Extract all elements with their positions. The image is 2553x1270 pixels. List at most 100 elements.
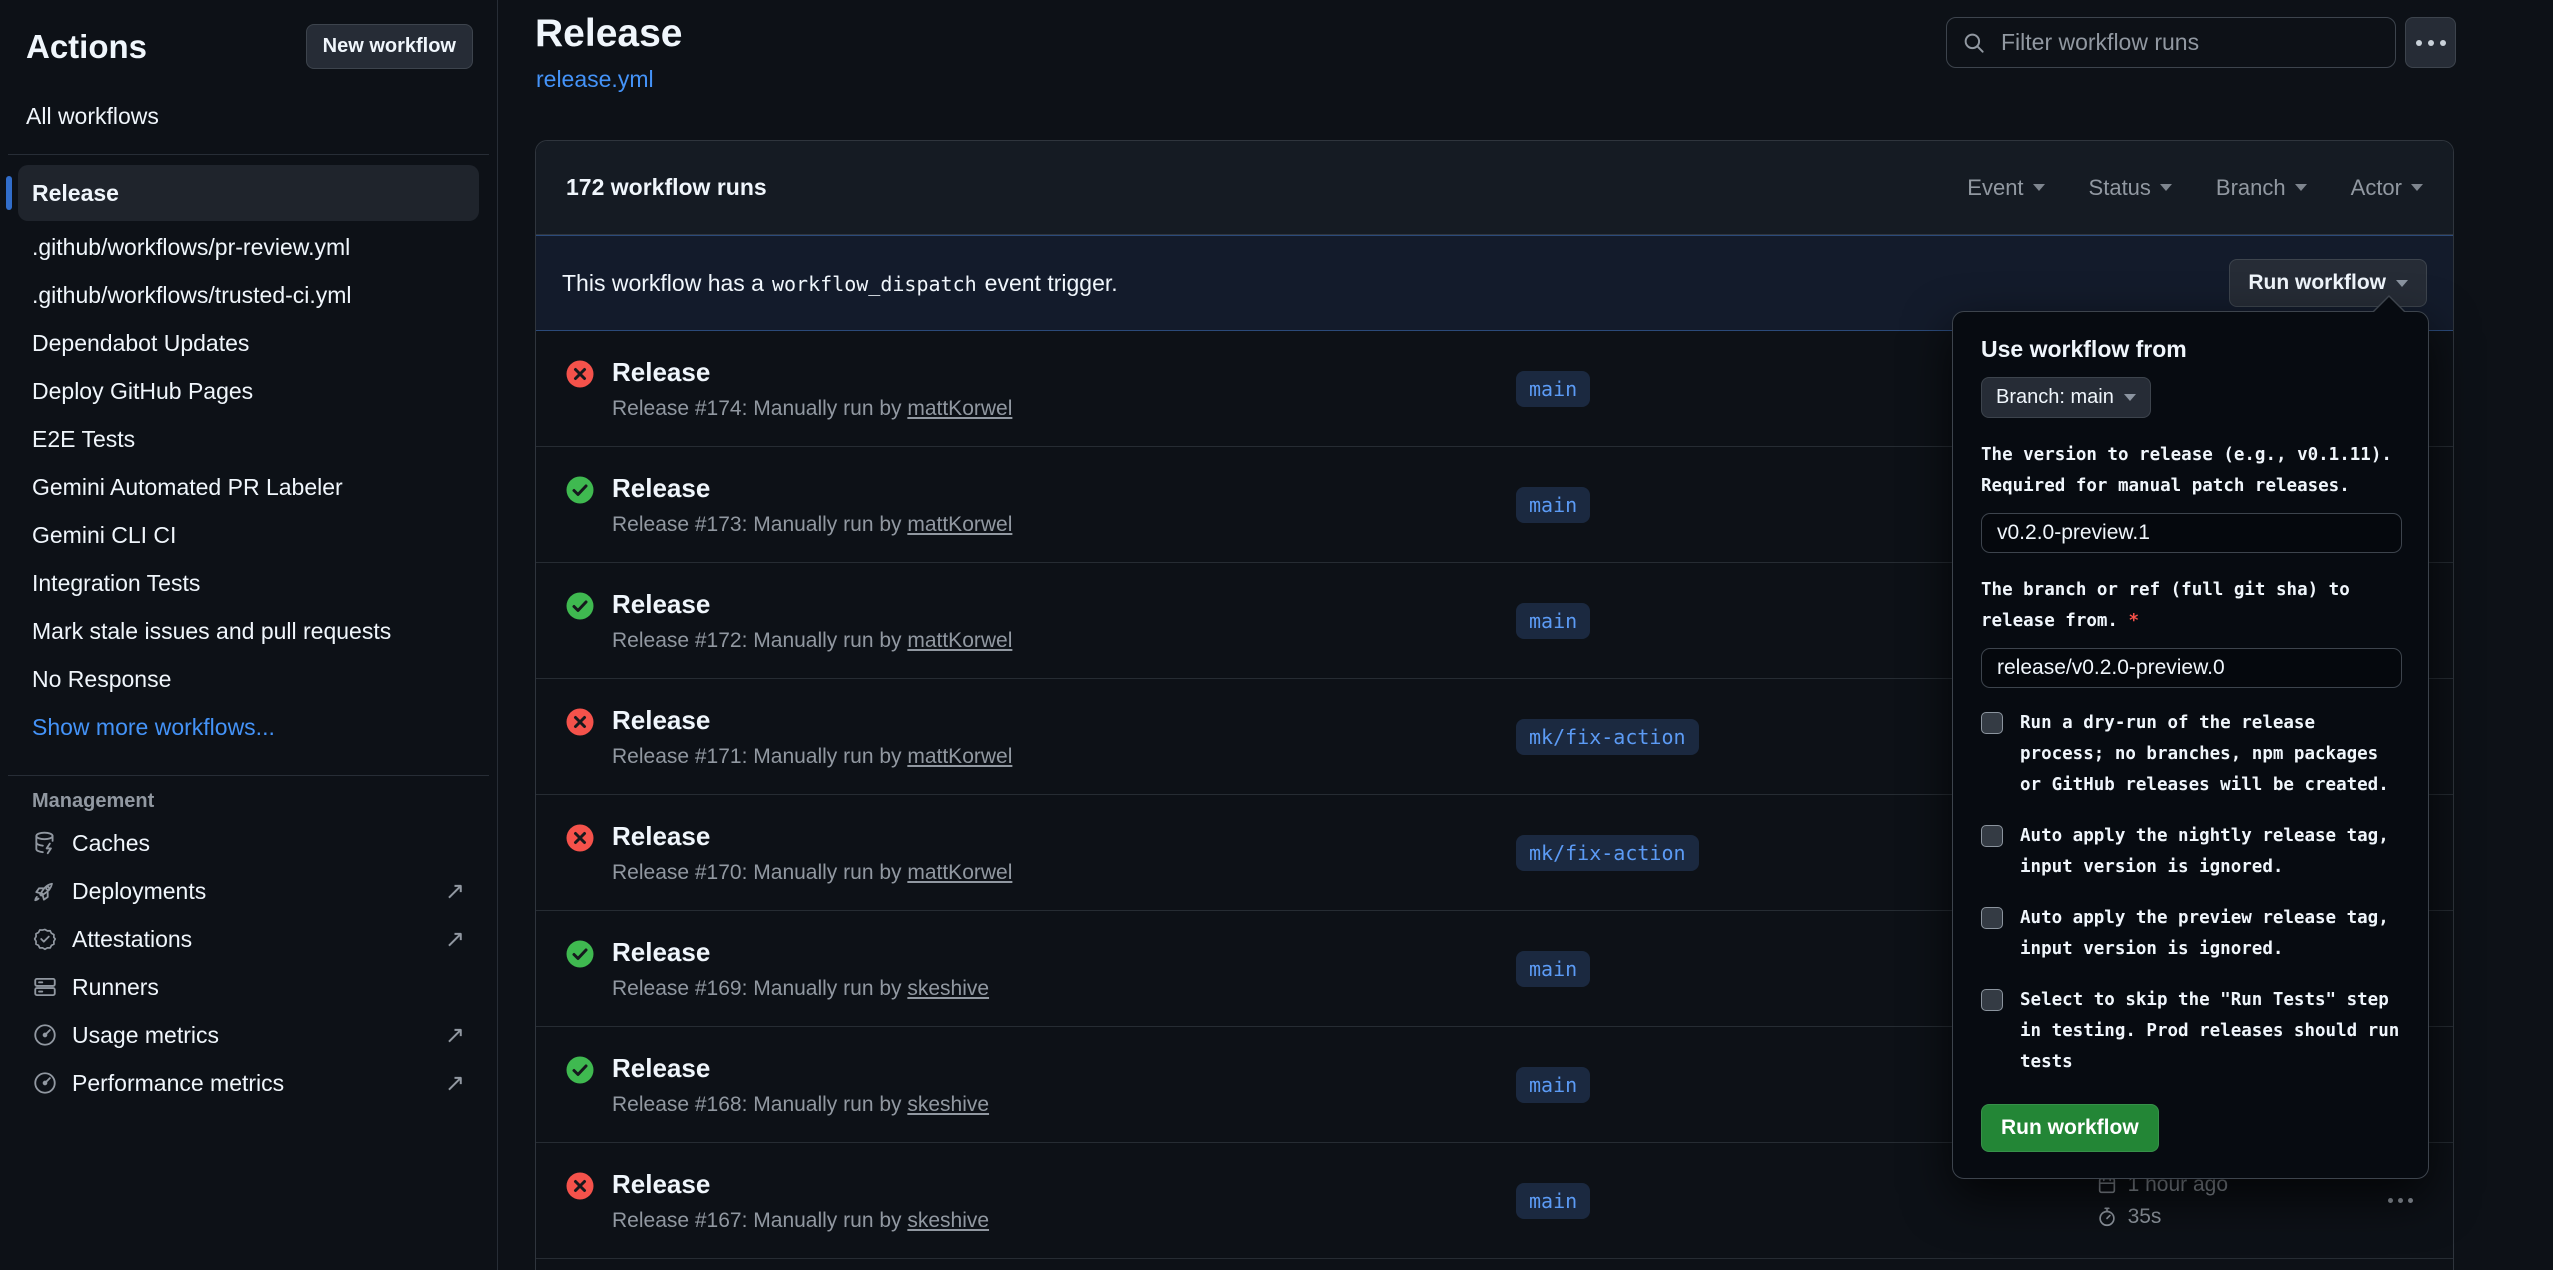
run-title[interactable]: Release xyxy=(612,589,1012,620)
sidebar-workflow-item[interactable]: Deploy GitHub Pages xyxy=(18,367,479,415)
failure-status-icon xyxy=(566,360,594,388)
runs-filter-event[interactable]: Event xyxy=(1967,175,2044,201)
run-description-text: Release #170: Manually run by xyxy=(612,861,907,884)
run-actor-link[interactable]: mattKorwel xyxy=(907,745,1012,768)
run-title[interactable]: Release xyxy=(612,705,1012,736)
branch-badge[interactable]: main xyxy=(1516,1067,1590,1103)
verified-icon xyxy=(32,926,58,952)
run-actor-link[interactable]: skeshive xyxy=(907,977,989,1000)
sidebar-management-item[interactable]: Attestations ↗ xyxy=(18,915,479,963)
banner-text-after: event trigger. xyxy=(985,270,1118,296)
workflow-options-kebab-button[interactable] xyxy=(2405,17,2456,68)
all-workflows-link[interactable]: All workflows xyxy=(26,103,471,130)
run-title[interactable]: Release xyxy=(612,1053,989,1084)
run-title[interactable]: Release xyxy=(612,473,1012,504)
dispatch-field: The branch or ref (full git sha) to rele… xyxy=(1981,575,2400,688)
sidebar-management-item[interactable]: Usage metrics ↗ xyxy=(18,1011,479,1059)
dispatch-field-input[interactable] xyxy=(1981,648,2402,688)
checkbox[interactable] xyxy=(1981,825,2003,847)
run-workflow-dispatch-panel: Use workflow from Branch: main The versi… xyxy=(1952,311,2429,1179)
sidebar-management-item[interactable]: Runners xyxy=(18,963,479,1011)
sidebar-workflow-item-label: .github/workflows/trusted-ci.yml xyxy=(32,282,352,309)
run-actor-link[interactable]: mattKorwel xyxy=(907,629,1012,652)
sidebar-management-item-label: Performance metrics xyxy=(72,1070,284,1097)
banner-text-before: This workflow has a xyxy=(562,270,764,296)
sidebar-management-item-label: Caches xyxy=(72,830,150,857)
dispatch-field-input[interactable] xyxy=(1981,513,2402,553)
kebab-icon xyxy=(2416,40,2446,46)
required-asterisk: * xyxy=(2118,611,2139,631)
checkbox[interactable] xyxy=(1981,907,2003,929)
sidebar-workflow-item[interactable]: E2E Tests xyxy=(18,415,479,463)
run-description-text: Release #167: Manually run by xyxy=(612,1209,907,1232)
sidebar-workflow-item[interactable]: Integration Tests xyxy=(18,559,479,607)
sidebar-workflow-item-label: No Response xyxy=(32,666,171,693)
sidebar-workflow-item-label: .github/workflows/pr-review.yml xyxy=(32,234,350,261)
runs-filter-label: Actor xyxy=(2351,175,2402,201)
branch-badge[interactable]: mk/fix-action xyxy=(1516,719,1699,755)
run-actor-link[interactable]: skeshive xyxy=(907,1093,989,1116)
sidebar-workflow-item[interactable]: Gemini CLI CI xyxy=(18,511,479,559)
checkbox-label: Auto apply the nightly release tag, inpu… xyxy=(2020,821,2400,883)
sidebar-workflow-item-label: Integration Tests xyxy=(32,570,200,597)
branch-badge[interactable]: mk/fix-action xyxy=(1516,835,1699,871)
runs-filter-label: Event xyxy=(1967,175,2023,201)
run-description: Release #173: Manually run by mattKorwel xyxy=(612,513,1012,537)
checkbox[interactable] xyxy=(1981,712,2003,734)
sidebar-management-item-label: Deployments xyxy=(72,878,206,905)
runs-filter-actor[interactable]: Actor xyxy=(2351,175,2423,201)
run-description: Release #167: Manually run by skeshive xyxy=(612,1209,989,1233)
run-title[interactable]: Release xyxy=(612,821,1012,852)
chevron-down-icon xyxy=(2295,184,2307,191)
branch-badge[interactable]: main xyxy=(1516,603,1590,639)
branch-badge[interactable]: main xyxy=(1516,371,1590,407)
sidebar-management-item[interactable]: Deployments ↗ xyxy=(18,867,479,915)
runs-filter-status[interactable]: Status xyxy=(2089,175,2172,201)
sidebar-workflow-item[interactable]: Dependabot Updates xyxy=(18,319,479,367)
run-actor-link[interactable]: mattKorwel xyxy=(907,861,1012,884)
run-actor-link[interactable]: mattKorwel xyxy=(907,513,1012,536)
chevron-down-icon xyxy=(2033,184,2045,191)
sidebar-management-item[interactable]: Performance metrics ↗ xyxy=(18,1059,479,1107)
chevron-down-icon xyxy=(2124,394,2136,401)
runs-filter-label: Branch xyxy=(2216,175,2286,201)
sidebar-workflow-item[interactable]: Gemini Automated PR Labeler xyxy=(18,463,479,511)
failure-status-icon xyxy=(566,1172,594,1200)
runs-filter-branch[interactable]: Branch xyxy=(2216,175,2307,201)
runs-filter-label: Status xyxy=(2089,175,2151,201)
run-title[interactable]: Release xyxy=(612,357,1012,388)
run-description-text: Release #168: Manually run by xyxy=(612,1093,907,1116)
external-link-arrow-icon: ↗ xyxy=(445,1021,465,1050)
run-description-text: Release #169: Manually run by xyxy=(612,977,907,1000)
run-actor-link[interactable]: skeshive xyxy=(907,1209,989,1232)
sidebar-management-item-label: Attestations xyxy=(72,926,192,953)
branch-badge[interactable]: main xyxy=(1516,487,1590,523)
management-section-label: Management xyxy=(32,790,497,813)
run-title[interactable]: Release xyxy=(612,1169,989,1200)
run-actor-link[interactable]: mattKorwel xyxy=(907,397,1012,420)
filter-workflow-runs-input[interactable] xyxy=(1999,28,2381,57)
branch-select-button[interactable]: Branch: main xyxy=(1981,377,2151,418)
sidebar-workflow-item[interactable]: Release xyxy=(18,165,479,221)
branch-badge[interactable]: main xyxy=(1516,1183,1590,1219)
sidebar-workflow-item[interactable]: .github/workflows/pr-review.yml xyxy=(18,223,479,271)
github-actions-page: Actions New workflow All workflows Relea… xyxy=(0,0,2553,1270)
sidebar-workflow-item[interactable]: Mark stale issues and pull requests xyxy=(18,607,479,655)
new-workflow-button[interactable]: New workflow xyxy=(306,24,473,69)
sidebar-management-item[interactable]: Caches xyxy=(18,819,479,867)
checkbox[interactable] xyxy=(1981,989,2003,1011)
sidebar-workflow-item[interactable]: .github/workflows/trusted-ci.yml xyxy=(18,271,479,319)
dispatch-panel-heading: Use workflow from xyxy=(1981,336,2400,363)
run-title[interactable]: Release xyxy=(612,937,989,968)
branch-badge[interactable]: main xyxy=(1516,951,1590,987)
sidebar-workflow-item-label: Mark stale issues and pull requests xyxy=(32,618,391,645)
sidebar-workflow-item[interactable]: No Response xyxy=(18,655,479,703)
success-status-icon xyxy=(566,592,594,620)
workflow-file-link[interactable]: release.yml xyxy=(536,66,654,93)
run-options-kebab-button[interactable] xyxy=(2378,1188,2423,1213)
run-description: Release #169: Manually run by skeshive xyxy=(612,977,989,1001)
external-link-arrow-icon: ↗ xyxy=(445,1069,465,1098)
checkbox-label: Select to skip the "Run Tests" step in t… xyxy=(2020,985,2400,1078)
run-workflow-submit-button[interactable]: Run workflow xyxy=(1981,1104,2159,1152)
sidebar-workflow-item[interactable]: Show more workflows... xyxy=(18,703,479,751)
